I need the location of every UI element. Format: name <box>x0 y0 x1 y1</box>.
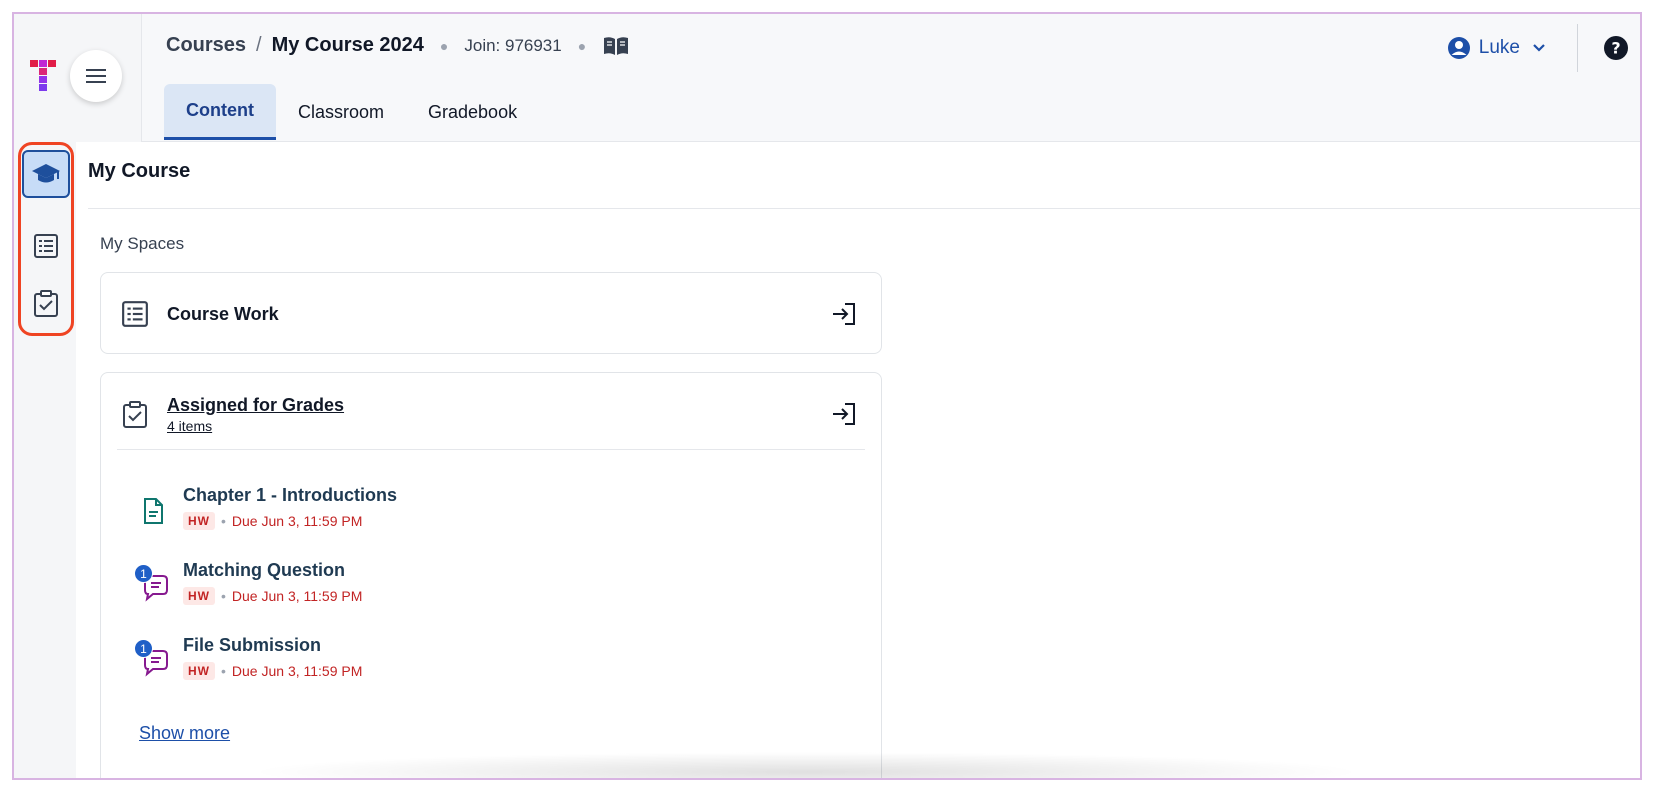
clipboard-check-icon <box>34 290 58 317</box>
rail-item-assigned[interactable] <box>22 280 70 328</box>
assigned-for-grades-link[interactable]: Assigned for Grades <box>167 395 344 416</box>
tab-bar: Content Classroom Gradebook <box>164 84 539 140</box>
breadcrumb-course-name: My Course 2024 <box>271 34 424 56</box>
item-count-link[interactable]: 4 items <box>167 418 344 434</box>
item-icon-wrap: 1 <box>134 564 169 602</box>
hw-badge: HW <box>183 587 215 605</box>
breadcrumb-separator: / <box>256 34 262 56</box>
meta-dot: • <box>221 513 226 529</box>
item-icon-wrap <box>137 495 169 527</box>
enter-icon[interactable] <box>831 401 857 427</box>
hamburger-icon <box>86 69 106 83</box>
notification-badge: 1 <box>134 639 153 658</box>
list-icon <box>34 234 58 258</box>
list-icon <box>122 301 148 327</box>
header-divider <box>1577 24 1578 72</box>
svg-text:?: ? <box>1611 39 1620 58</box>
item-title[interactable]: Matching Question <box>183 560 362 581</box>
header-bar: Courses / My Course 2024 ● Join: 976931 … <box>142 14 1640 142</box>
graduation-cap-icon <box>32 164 60 183</box>
page-title: My Course <box>88 160 191 182</box>
rail-top <box>14 14 142 142</box>
help-icon[interactable]: ? <box>1604 36 1628 60</box>
chevron-down-icon <box>1533 44 1545 52</box>
notification-badge: 1 <box>134 564 153 583</box>
tab-classroom[interactable]: Classroom <box>276 84 406 140</box>
tab-content[interactable]: Content <box>164 84 276 140</box>
meta-dot: • <box>221 588 226 604</box>
rail-item-list[interactable] <box>22 222 70 270</box>
course-work-title[interactable]: Course Work <box>167 304 279 325</box>
breadcrumb: Courses / My Course 2024 ● Join: 976931 … <box>166 34 630 57</box>
document-icon <box>144 498 163 524</box>
separator-dot: ● <box>577 37 587 54</box>
hamburger-menu-button[interactable] <box>70 50 122 102</box>
show-more-link[interactable]: Show more <box>139 723 230 744</box>
item-icon-wrap: 1 <box>134 639 169 677</box>
app-frame: Courses / My Course 2024 ● Join: 976931 … <box>12 12 1642 780</box>
join-code: Join: 976931 <box>464 35 562 55</box>
enter-icon[interactable] <box>831 301 857 327</box>
meta-dot: • <box>221 663 226 679</box>
due-date: Due Jun 3, 11:59 PM <box>231 663 363 679</box>
user-name: Luke <box>1478 37 1520 58</box>
breadcrumb-courses-link[interactable]: Courses <box>166 34 246 57</box>
due-date: Due Jun 3, 11:59 PM <box>231 513 363 529</box>
list-item[interactable]: Chapter 1 - Introductions HW • Due Jun 3… <box>137 485 397 530</box>
list-item[interactable]: 1 File Submission HW • Due Jun 3, 11:59 … <box>134 635 362 680</box>
tab-gradebook[interactable]: Gradebook <box>406 84 539 140</box>
card-divider <box>117 449 865 450</box>
open-book-icon[interactable] <box>602 35 630 57</box>
list-item[interactable]: 1 Matching Question HW • Due Jun 3, 11:5… <box>134 560 362 605</box>
item-meta: HW • Due Jun 3, 11:59 PM <box>183 512 397 530</box>
course-work-card[interactable]: Course Work <box>100 272 882 354</box>
clipboard-check-icon <box>123 400 147 428</box>
section-label: My Spaces <box>100 234 185 253</box>
item-title[interactable]: File Submission <box>183 635 362 656</box>
item-title[interactable]: Chapter 1 - Introductions <box>183 485 397 506</box>
item-meta: HW • Due Jun 3, 11:59 PM <box>183 587 362 605</box>
item-meta: HW • Due Jun 3, 11:59 PM <box>183 662 362 680</box>
bottom-shadow <box>246 752 1366 778</box>
due-date: Due Jun 3, 11:59 PM <box>231 588 363 604</box>
logo-icon <box>30 60 56 91</box>
assigned-for-grades-card: Assigned for Grades 4 items Chapter 1 - … <box>100 372 882 778</box>
hw-badge: HW <box>183 512 215 530</box>
hw-badge: HW <box>183 662 215 680</box>
separator-dot: ● <box>439 37 449 54</box>
rail-item-course[interactable] <box>22 150 70 198</box>
main-content: My Course My Spaces Course Work Assigned… <box>76 142 1640 778</box>
title-divider <box>88 208 1640 209</box>
user-avatar-icon <box>1447 37 1470 59</box>
user-menu[interactable]: Luke <box>1447 36 1546 60</box>
